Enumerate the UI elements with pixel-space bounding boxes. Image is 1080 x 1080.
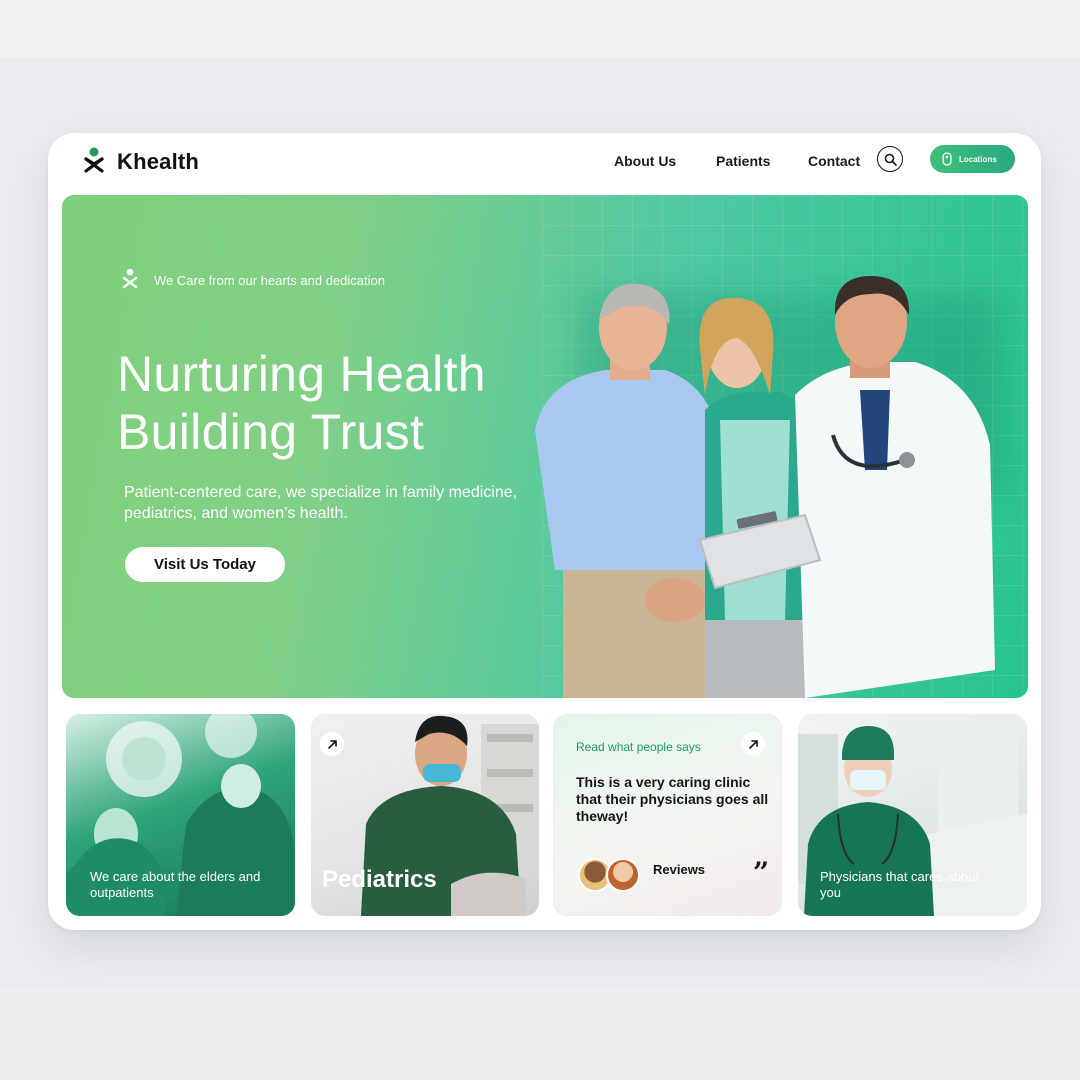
pediatrics-arrow-button[interactable] bbox=[320, 732, 344, 756]
review-quote: This is a very caring clinic that their … bbox=[576, 774, 769, 824]
hero-description: Patient-centered care, we specialize in … bbox=[124, 484, 518, 522]
page-bottom-band bbox=[0, 990, 1080, 1080]
elders-card[interactable]: We care about the elders and outpatients bbox=[66, 714, 295, 916]
location-pin-icon bbox=[942, 152, 952, 166]
khealth-mini-logo-icon bbox=[122, 268, 138, 289]
brand-name: Khealth bbox=[117, 149, 200, 174]
page-top-band bbox=[0, 0, 1080, 58]
search-button[interactable] bbox=[877, 146, 903, 172]
reviews-arrow-button[interactable] bbox=[741, 732, 765, 756]
elders-card-text: We care about the elders and outpatients bbox=[90, 869, 261, 900]
brand[interactable]: Khealth bbox=[83, 147, 199, 177]
nav-contact[interactable]: Contact bbox=[808, 150, 860, 172]
quote-mark-icon: ” bbox=[753, 856, 770, 889]
search-icon bbox=[884, 153, 897, 166]
hero-title-line-1: Nurturing Health bbox=[117, 346, 486, 402]
nav-about-us[interactable]: About Us bbox=[614, 150, 676, 172]
hero-title-line-2: Building Trust bbox=[117, 404, 425, 460]
reviewer-avatar-2 bbox=[606, 858, 640, 892]
physicians-card-text: Physicians that cares about you bbox=[820, 869, 979, 900]
pediatrics-card[interactable]: Pediatrics bbox=[311, 714, 539, 916]
patient-woman-figure bbox=[699, 297, 815, 698]
hero-tagline-row: We Care from our hearts and dedication bbox=[122, 268, 385, 292]
physicians-card[interactable]: Physicians that cares about you bbox=[798, 714, 1027, 916]
visit-us-button[interactable]: Visit Us Today bbox=[125, 547, 285, 582]
hero-tagline: We Care from our hearts and dedication bbox=[154, 272, 385, 288]
pediatrics-card-title: Pediatrics bbox=[322, 866, 437, 893]
hero-title: Nurturing Health Building Trust bbox=[117, 345, 557, 461]
arrow-up-right-icon bbox=[748, 739, 758, 749]
locations-label: Locations bbox=[959, 154, 997, 164]
reviews-heading: Read what people says bbox=[576, 740, 701, 754]
nav-patients[interactable]: Patients bbox=[716, 150, 770, 172]
locations-button[interactable]: Locations bbox=[930, 145, 1015, 173]
reviews-card[interactable]: Read what people says This is a very car… bbox=[553, 714, 782, 916]
arrow-up-right-icon bbox=[327, 739, 337, 749]
khealth-logo-icon bbox=[84, 147, 104, 173]
reviews-label: Reviews bbox=[653, 862, 706, 877]
doctor-figure bbox=[795, 275, 995, 698]
hero-photo bbox=[535, 275, 995, 698]
